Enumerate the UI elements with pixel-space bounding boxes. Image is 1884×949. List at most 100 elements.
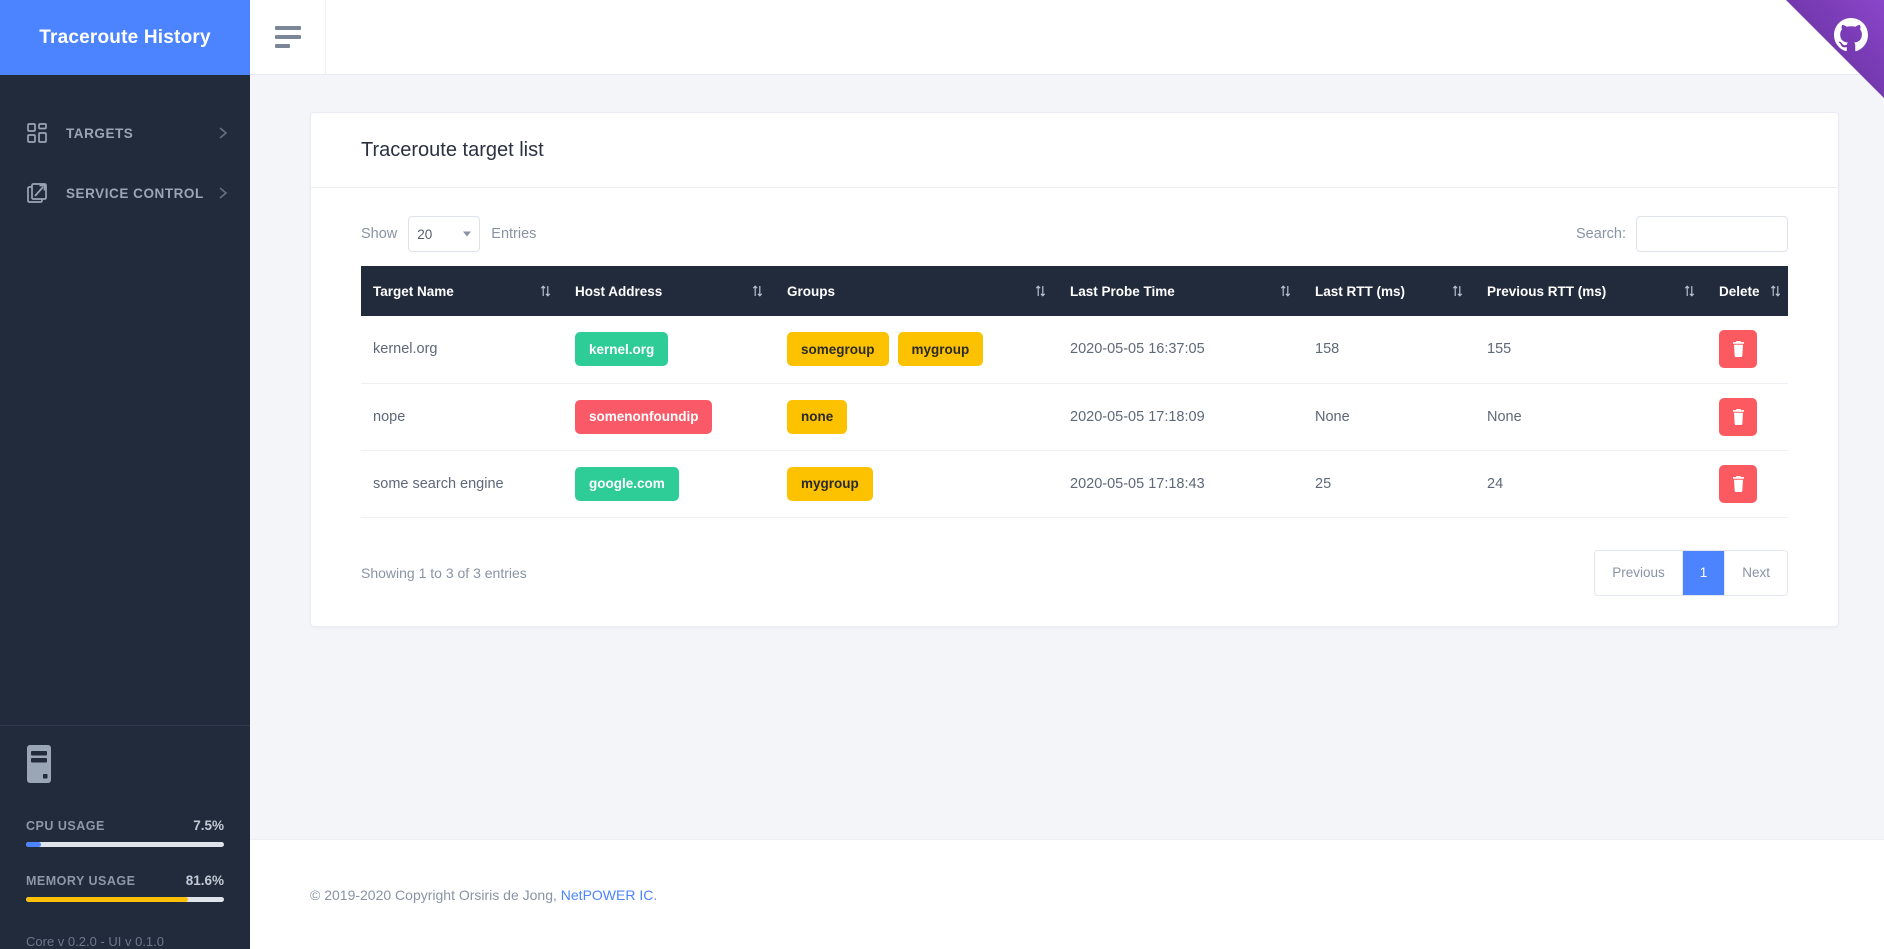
table-row: kernel.org kernel.org somegroup mygroup 2020… [361,316,1788,384]
trash-icon [1732,341,1745,358]
page-length-select[interactable]: 20 [408,216,481,252]
memory-usage-track [26,897,224,902]
table-footer: Showing 1 to 3 of 3 entries Previous 1 Nex… [361,518,1788,596]
cpu-usage-track [26,842,224,847]
card-body: Show 20 Entries Search: Target Name Host… [311,188,1838,626]
cell-delete [1707,450,1788,518]
cell-host-address: kernel.org [563,316,775,384]
card-header: Traceroute target list [311,113,1838,188]
chevron-down-icon [463,231,472,237]
column-label: Last RTT (ms) [1315,283,1406,299]
cell-last-rtt: None [1303,383,1475,451]
cell-previous-rtt: 24 [1475,450,1707,518]
cpu-usage-value: 7.5% [193,818,224,833]
copyright-suffix: . [653,886,658,903]
delete-button[interactable] [1719,397,1757,436]
pagination-button-1[interactable]: 1 [1682,550,1726,595]
table-row: some search engine google.com mygroup 2020-… [361,450,1788,518]
show-label: Show [361,226,398,242]
cell-target-name: kernel.org [361,316,563,384]
pagination-button-next[interactable]: Next [1725,550,1787,595]
search-label: Search: [1576,226,1626,242]
group-badge[interactable]: none [787,399,848,434]
cell-last-probe-time: 2020-05-05 17:18:09 [1058,383,1303,451]
sort-icon [1452,284,1463,298]
group-badge[interactable]: mygroup [897,332,984,367]
server-tower-icon [26,744,52,784]
search-input[interactable] [1636,216,1788,252]
edit-square-icon [26,182,48,204]
column-label: Delete [1719,283,1760,299]
table-body: kernel.org kernel.org somegroup mygroup 2020… [361,316,1788,518]
sidebar-toggle-button[interactable] [250,0,326,75]
cell-previous-rtt: 155 [1475,316,1707,384]
sidebar-item-targets[interactable]: TARGETS [0,103,250,163]
trash-icon [1732,475,1745,492]
system-stats-panel: CPU USAGE 7.5% MEMORY USAGE 81.6% Core v… [0,726,250,949]
column-header-last-probe-time[interactable]: Last Probe Time [1058,266,1303,316]
table-info-text: Showing 1 to 3 of 3 entries [361,564,527,581]
cell-target-name: nope [361,383,563,451]
netpower-link[interactable]: NetPOWER IC [561,887,654,903]
grid-dashboard-icon [26,122,48,144]
cell-groups: somegroup mygroup [775,316,1058,384]
sidebar-nav: TARGETS SERVICE CONTROL [0,75,250,725]
brand-header[interactable]: Traceroute History [0,0,250,75]
host-address-badge[interactable]: google.com [575,466,679,501]
host-address-badge[interactable]: somenonfoundip [575,399,713,434]
cell-host-address: somenonfoundip [563,383,775,451]
column-label: Previous RTT (ms) [1487,283,1607,299]
column-header-target-name[interactable]: Target Name [361,266,563,316]
column-header-groups[interactable]: Groups [775,266,1058,316]
column-header-previous-rtt[interactable]: Previous RTT (ms) [1475,266,1707,316]
sort-icon [1684,284,1695,298]
copyright-prefix: © 2019-2020 Copyright Orsiris de Jong, [310,886,561,903]
column-label: Last Probe Time [1070,283,1175,299]
column-header-last-rtt[interactable]: Last RTT (ms) [1303,266,1475,316]
sort-icon [1280,284,1291,298]
cell-previous-rtt: None [1475,383,1707,451]
cell-delete [1707,383,1788,451]
hamburger-icon [274,26,301,48]
pagination-button-previous[interactable]: Previous [1595,550,1683,595]
sort-icon [1035,284,1046,298]
page-length-value: 20 [417,226,433,242]
column-header-host-address[interactable]: Host Address [563,266,775,316]
topbar [250,0,1884,98]
delete-button[interactable] [1719,330,1757,369]
sidebar-item-service-control[interactable]: SERVICE CONTROL [0,163,250,223]
cell-host-address: google.com [563,450,775,518]
traceroute-targets-table: Target Name Host Address Groups Last Pro… [361,266,1788,518]
column-label: Host Address [575,283,663,299]
search-group: Search: [1576,216,1788,252]
chevron-right-icon [218,186,228,200]
page-content: Traceroute target list Show 20 Entries S… [250,75,1884,839]
sidebar-item-label-targets: TARGETS [66,125,134,141]
cpu-usage-fill [26,842,41,847]
cell-last-probe-time: 2020-05-05 17:18:43 [1058,450,1303,518]
memory-usage-label: MEMORY USAGE [26,874,136,888]
column-label: Groups [787,283,836,299]
delete-button[interactable] [1719,464,1757,503]
brand-title: Traceroute History [39,26,211,48]
column-header-delete[interactable]: Delete [1707,266,1788,316]
column-label: Target Name [373,283,454,299]
trash-icon [1732,408,1745,425]
memory-usage-value: 81.6% [185,873,224,888]
group-badge[interactable]: somegroup [787,332,889,367]
main-column: Traceroute target list Show 20 Entries S… [250,0,1884,949]
cell-groups: none [775,383,1058,451]
app-root: Traceroute History TARGETS SERVICE CONTR… [0,0,1884,949]
host-address-badge[interactable]: kernel.org [575,332,669,367]
sort-icon [1770,284,1781,298]
cpu-usage-label: CPU USAGE [26,819,105,833]
cell-last-probe-time: 2020-05-05 16:37:05 [1058,316,1303,384]
github-icon [1834,18,1868,52]
page-footer: © 2019-2020 Copyright Orsiris de Jong, N… [250,839,1884,949]
sort-icon [752,284,763,298]
chevron-right-icon [218,126,228,140]
cell-groups: mygroup [775,450,1058,518]
memory-usage-gauge: MEMORY USAGE 81.6% [26,873,224,902]
github-corner-link[interactable] [1786,0,1884,98]
group-badge[interactable]: mygroup [787,466,873,501]
